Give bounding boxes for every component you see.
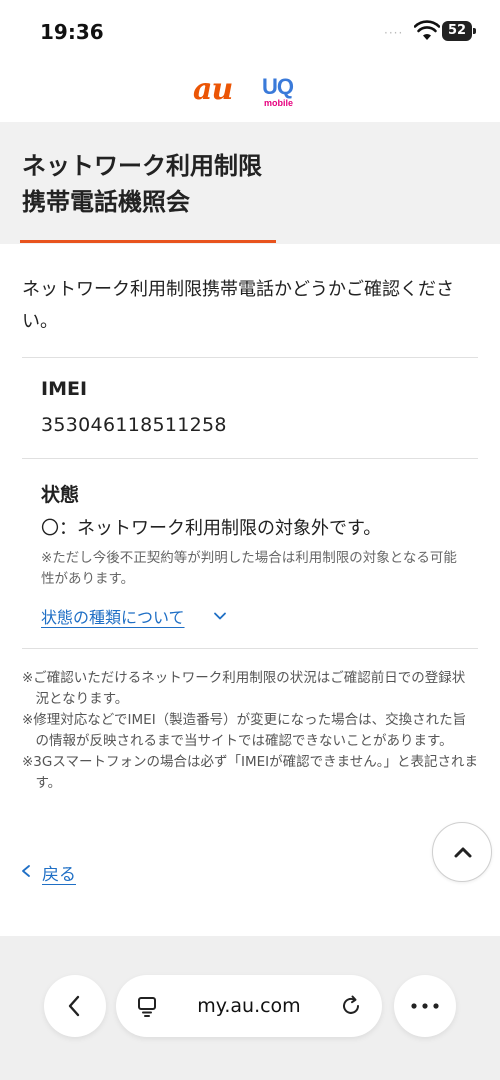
browser-back-button[interactable] [44,975,106,1037]
back-link-label[interactable]: 戻る [42,860,76,885]
status-result: 〇：ネットワーク利用制限の対象外です。 [41,518,382,539]
imei-label: IMEI [41,378,88,400]
status-note: ※ただし今後不正契約等が判明した場合は利用制限の対象となる可能性があります。 [41,550,457,587]
cellular-signal-icon: ···· [384,26,404,40]
wifi-icon [414,20,440,40]
status-time: 19:36 [40,20,104,44]
chevron-up-icon [454,847,472,858]
note-item: ※3Gスマートフォンの場合は必ず「IMEIが確認できません。」と表記されます。 [22,754,478,791]
intro-text: ネットワーク利用制限携帯電話かどうかご確認ください。 [22,279,454,332]
imei-value: 353046118511258 [41,414,227,436]
notes-list: ※ご確認いただけるネットワーク利用制限の状況はご確認前日での登録状況となります。… [22,668,478,794]
uq-logo-text: UQ [262,74,294,99]
note-item: ※ご確認いただけるネットワーク利用制限の状況はご確認前日での登録状況となります。 [22,670,466,707]
uq-logo-subtext: mobile [264,98,294,108]
browser-toolbar: my.au.com [0,936,500,1080]
address-bar[interactable]: my.au.com [116,975,382,1037]
status-label: 状態 [41,484,80,506]
ellipsis-icon [411,1003,439,1009]
chevron-left-icon [68,995,80,1017]
back-to-top-button[interactable] [432,822,492,882]
chevron-left-icon [22,865,30,877]
reload-icon[interactable] [340,995,362,1017]
status-types-link[interactable]: 状態の種類について [41,604,185,628]
uq-mobile-logo: UQ mobile [262,74,302,109]
divider [22,357,478,358]
battery-icon: 52 [442,21,476,41]
title-underline [20,240,276,243]
divider [22,648,478,649]
page-title: ネットワーク利用制限 携帯電話機照会 [22,152,262,216]
more-options-button[interactable] [394,975,456,1037]
divider [22,458,478,459]
brand-header: au UQ mobile [0,64,500,122]
chevron-down-icon[interactable] [212,608,228,624]
status-bar: 19:36 ···· 52 [0,0,500,64]
au-logo: au [193,72,233,107]
title-band: ネットワーク利用制限 携帯電話機照会 [0,122,500,244]
note-item: ※修理対応などでIMEI（製造番号）が変更になった場合は、交換された旨の情報が反… [22,712,467,749]
